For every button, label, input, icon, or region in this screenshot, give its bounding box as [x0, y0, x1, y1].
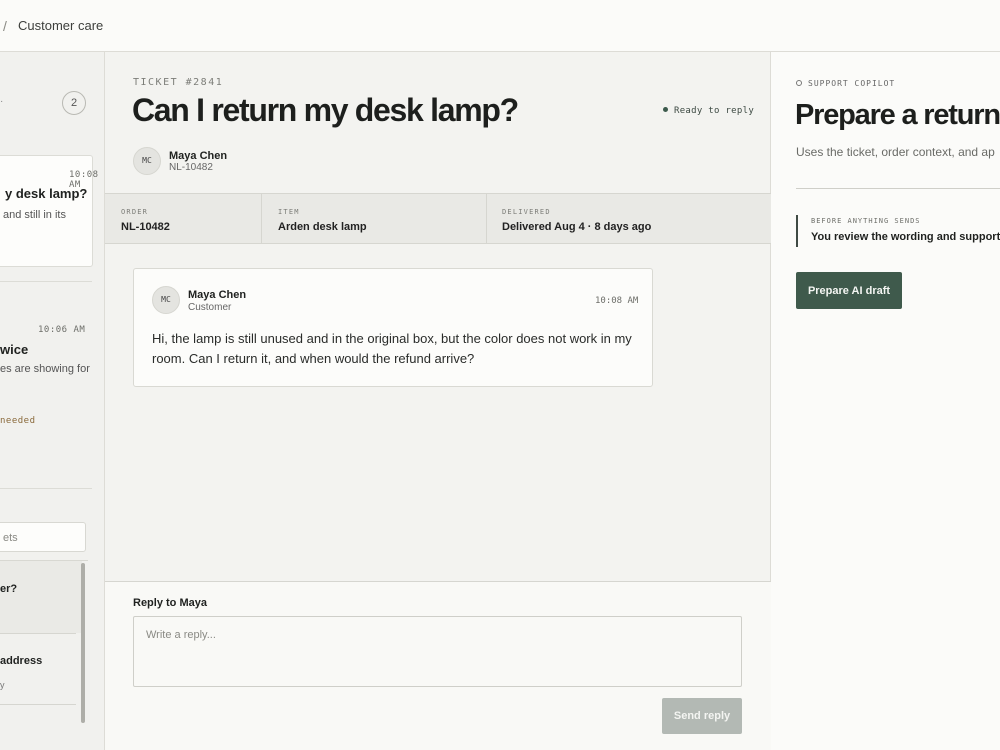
ticket-title: Can I return my desk lamp?	[132, 92, 519, 128]
meta-label: DELIVERED	[502, 208, 551, 216]
meta-order: ORDER NL-10482	[105, 194, 262, 243]
message-role: Customer	[188, 302, 232, 313]
reply-textarea[interactable]	[133, 616, 742, 687]
list-divider	[0, 704, 76, 705]
prepare-ai-draft-button[interactable]: Prepare AI draft	[796, 272, 902, 309]
meta-value: Arden desk lamp	[278, 221, 367, 233]
list-item-meta: y	[0, 680, 5, 690]
notice-text: You review the wording and support	[811, 231, 1000, 243]
copilot-title: Prepare a return	[795, 99, 1000, 131]
queue-scrollbar[interactable]	[81, 563, 85, 723]
meta-item: ITEM Arden desk lamp	[262, 194, 487, 243]
review-notice: BEFORE ANYTHING SENDS You review the wor…	[796, 215, 1000, 247]
ticket-status: Ready to reply	[663, 106, 754, 116]
customer-message: MC Maya Chen Customer 10:08 AM Hi, the l…	[133, 268, 653, 387]
queue-item-flag: needed	[0, 416, 36, 426]
ticket-search-input[interactable]: ets	[0, 522, 86, 552]
send-reply-button[interactable]: Send reply	[662, 698, 742, 734]
customer-id: NL-10482	[169, 162, 213, 173]
copilot-tag: SUPPORT COPILOT	[796, 79, 895, 88]
copilot-circle-icon	[796, 80, 802, 86]
customer-name: Maya Chen	[169, 150, 228, 162]
ticket-view: TICKET #2841 Can I return my desk lamp? …	[105, 52, 771, 750]
queue-item-title: y desk lamp?	[5, 186, 88, 201]
list-item-title: er?	[0, 583, 18, 595]
ticket-list: er? address y	[0, 560, 88, 750]
top-bar: / Customer care	[0, 0, 1000, 52]
breadcrumb-current[interactable]: Customer care	[18, 18, 103, 33]
queue-divider	[0, 488, 92, 489]
queue-item-snippet: and still in its	[3, 209, 66, 221]
queue-item-active[interactable]: 10:08 AM y desk lamp? and still in its	[0, 155, 98, 267]
meta-value: NL-10482	[121, 221, 170, 233]
meta-delivered: DELIVERED Delivered Aug 4 · 8 days ago	[487, 194, 771, 243]
copilot-divider	[796, 188, 1000, 189]
list-item-title: address	[0, 655, 43, 667]
meta-value: Delivered Aug 4 · 8 days ago	[502, 221, 652, 233]
queue-item-time: 10:06 AM	[38, 325, 86, 335]
list-item[interactable]: er?	[0, 561, 82, 633]
copilot-description: Uses the ticket, order context, and ap	[796, 145, 995, 159]
notice-label: BEFORE ANYTHING SENDS	[811, 217, 921, 225]
message-body: Hi, the lamp is still unused and in the …	[152, 331, 632, 366]
order-meta-strip: ORDER NL-10482 ITEM Arden desk lamp DELI…	[105, 193, 771, 244]
ticket-status-label: Ready to reply	[674, 106, 755, 116]
queue-header-mark: ·	[0, 96, 4, 107]
reply-composer: Reply to Maya Send reply	[105, 581, 771, 750]
message-author: Maya Chen	[188, 289, 247, 301]
reply-label: Reply to Maya	[133, 597, 207, 609]
list-item[interactable]: address y	[0, 633, 82, 705]
queue-item-snippet: es are showing for	[0, 363, 90, 375]
message-avatar: MC	[152, 286, 180, 314]
queue-divider	[0, 281, 92, 282]
customer-avatar: MC	[133, 147, 161, 175]
queue-item[interactable]: 10:06 AM wice es are showing for needed	[0, 292, 92, 442]
copilot-panel: SUPPORT COPILOT Prepare a return Uses th…	[771, 52, 1000, 750]
queue-item-title: wice	[0, 342, 29, 357]
status-dot-icon	[663, 107, 668, 112]
copilot-tag-label: SUPPORT COPILOT	[808, 79, 896, 88]
ticket-id: TICKET #2841	[133, 77, 224, 88]
queue-count-badge: 2	[62, 91, 86, 115]
meta-label: ORDER	[121, 208, 149, 216]
breadcrumb-separator: /	[3, 18, 7, 34]
ticket-queue: · 2 10:08 AM y desk lamp? and still in i…	[0, 52, 105, 750]
message-time: 10:08 AM	[595, 296, 639, 306]
meta-label: ITEM	[278, 208, 300, 216]
